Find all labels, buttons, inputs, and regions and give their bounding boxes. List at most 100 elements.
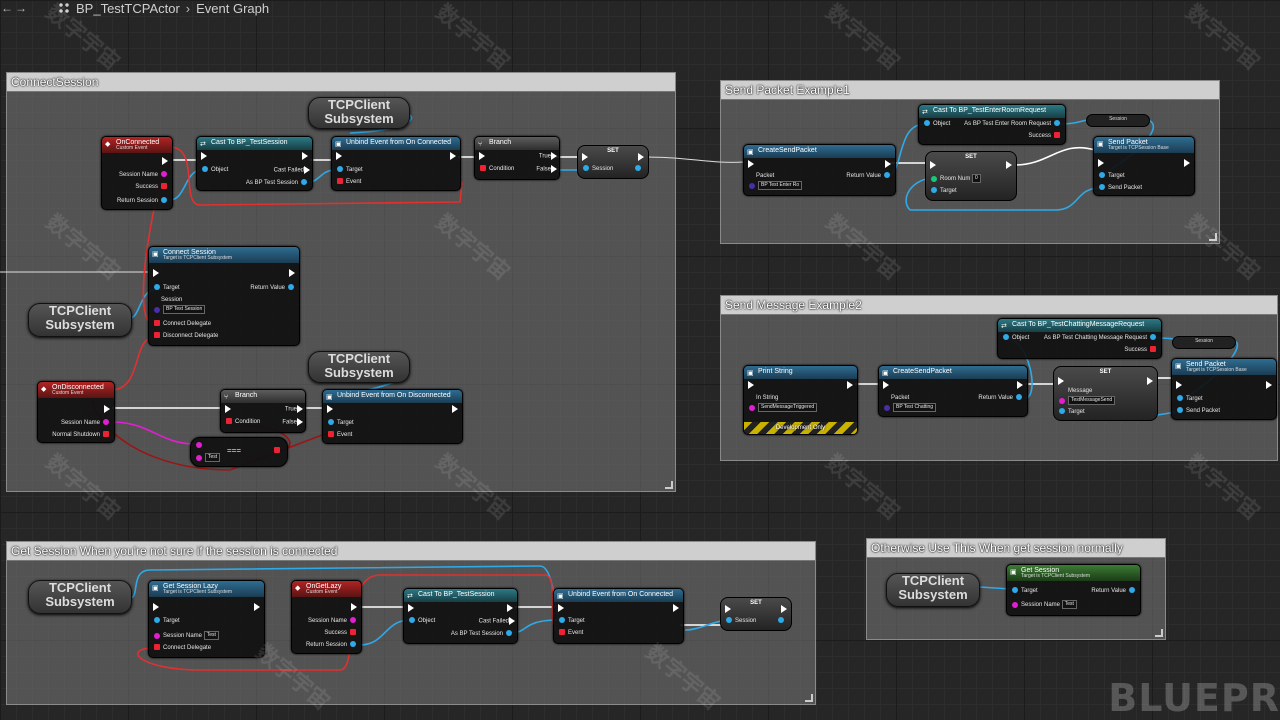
exec-pin-icon[interactable] [297, 418, 303, 426]
exec-pin-icon[interactable] [153, 603, 159, 611]
get-session-lazy-node[interactable]: ▣ Get Session Lazy Target is TCPClient Sub… [148, 580, 265, 658]
exec-pin-icon[interactable] [408, 604, 414, 612]
create-send-packet-node[interactable]: ▣ CreateSendPacket Packet Return Value BP… [743, 144, 896, 196]
exec-pin-icon[interactable] [153, 269, 159, 277]
exec-pin-icon[interactable] [638, 153, 644, 161]
exec-pin-icon[interactable] [1176, 381, 1182, 389]
bool-pin-icon[interactable] [161, 183, 167, 190]
delegate-pin-icon[interactable] [559, 629, 565, 636]
session-name-field[interactable]: Test [203, 631, 219, 640]
object-pin-icon[interactable] [1059, 408, 1065, 415]
int-pin-icon[interactable] [931, 175, 937, 182]
object-pin-icon[interactable] [1099, 184, 1105, 191]
object-pin-icon[interactable] [635, 165, 641, 172]
object-pin-icon[interactable] [1099, 172, 1105, 179]
exec-pin-icon[interactable] [297, 405, 303, 413]
compare-value-field[interactable]: Test [205, 453, 221, 462]
exec-pin-icon[interactable] [883, 381, 889, 389]
object-pin-icon[interactable] [288, 284, 294, 291]
cast-to-chatting-request-node[interactable]: ⇄ Cast To BP_TestChattingMessageRequest O… [997, 318, 1162, 359]
unbind-on-connected-node[interactable]: ▣ Unbind Event from On Connected Target E… [553, 588, 684, 644]
exec-pin-icon[interactable] [551, 152, 557, 160]
exec-pin-icon[interactable] [930, 161, 936, 169]
exec-pin-icon[interactable] [507, 604, 513, 612]
exec-pin-icon[interactable] [302, 152, 308, 160]
object-pin-icon[interactable] [1177, 395, 1183, 402]
object-pin-icon[interactable] [154, 284, 160, 291]
object-pin-icon[interactable] [778, 617, 784, 624]
in-string-field[interactable]: SendMessageTriggered [758, 403, 818, 412]
exec-pin-icon[interactable] [162, 157, 168, 165]
object-pin-icon[interactable] [726, 617, 732, 624]
exec-pin-icon[interactable] [289, 269, 295, 277]
branch-node[interactable]: ⑂ Branch True Condition False [474, 136, 560, 180]
object-pin-icon[interactable] [924, 120, 930, 127]
connect-session-node[interactable]: ▣ Connect Session Target is TCPClient Subs… [148, 246, 300, 346]
delegate-pin-icon[interactable] [154, 644, 160, 651]
room-num-field[interactable]: 0 [972, 174, 981, 183]
tcpclient-subsystem-getter[interactable]: TCPClient Subsystem [308, 97, 410, 129]
bool-pin-icon[interactable] [1150, 346, 1156, 353]
equal-string-node[interactable]: === Test [190, 437, 288, 467]
tcpclient-subsystem-getter[interactable]: TCPClient Subsystem [28, 580, 132, 614]
set-message-node[interactable]: SET Message TestMessageSend Target [1053, 366, 1158, 421]
exec-pin-icon[interactable] [558, 604, 564, 612]
exec-pin-icon[interactable] [1017, 381, 1023, 389]
tcpclient-subsystem-getter[interactable]: TCPClient Subsystem [28, 303, 132, 337]
class-pin-icon[interactable] [884, 404, 890, 411]
string-pin-icon[interactable] [749, 404, 755, 411]
exec-pin-icon[interactable] [1266, 381, 1272, 389]
exec-pin-icon[interactable] [885, 160, 891, 168]
set-room-num-node[interactable]: SET Room Num 0 Target [925, 151, 1017, 201]
string-pin-icon[interactable] [196, 442, 202, 449]
exec-pin-icon[interactable] [847, 381, 853, 389]
exec-pin-icon[interactable] [450, 152, 456, 160]
bool-pin-icon[interactable] [1054, 132, 1060, 139]
exec-pin-icon[interactable] [452, 405, 458, 413]
object-pin-icon[interactable] [1012, 587, 1018, 594]
class-pin-icon[interactable] [749, 182, 755, 189]
bool-pin-icon[interactable] [350, 629, 356, 636]
object-pin-icon[interactable] [1150, 334, 1156, 341]
object-pin-icon[interactable] [1054, 120, 1060, 127]
bool-pin-icon[interactable] [480, 165, 486, 172]
exec-pin-icon[interactable] [748, 381, 754, 389]
string-pin-icon[interactable] [161, 171, 167, 178]
object-pin-icon[interactable] [409, 617, 415, 624]
object-pin-icon[interactable] [350, 641, 356, 648]
exec-pin-icon[interactable] [551, 165, 557, 173]
on-connected-event-node[interactable]: ◆ OnConnected Custom Event Session Name Su… [101, 136, 173, 210]
exec-pin-icon[interactable] [673, 604, 679, 612]
on-disconnected-event-node[interactable]: ◆ OnDisconnected Custom Event Session Name… [37, 381, 115, 443]
exec-pin-icon[interactable] [351, 603, 357, 611]
object-pin-icon[interactable] [583, 165, 589, 172]
object-pin-icon[interactable] [506, 630, 512, 637]
session-name-field[interactable]: Test [1061, 600, 1077, 609]
tcpclient-subsystem-getter[interactable]: TCPClient Subsystem [308, 351, 410, 383]
unbind-on-connected-node[interactable]: ▣ Unbind Event from On Connected Target E… [331, 136, 461, 191]
packet-class-select[interactable]: BP Test Chatting [893, 403, 937, 412]
create-send-packet-node[interactable]: ▣ CreateSendPacket Packet Return Value BP… [878, 365, 1028, 417]
string-pin-icon[interactable] [103, 419, 109, 426]
delegate-pin-icon[interactable] [337, 178, 343, 185]
delegate-pin-icon[interactable] [154, 320, 160, 327]
session-variable-getter[interactable]: Session [1172, 336, 1236, 349]
object-pin-icon[interactable] [1177, 407, 1183, 414]
object-pin-icon[interactable] [337, 166, 343, 173]
class-pin-icon[interactable] [154, 306, 160, 313]
exec-pin-icon[interactable] [225, 405, 231, 413]
session-variable-getter[interactable]: Session [1086, 114, 1150, 127]
string-pin-icon[interactable] [196, 454, 202, 461]
string-pin-icon[interactable] [154, 632, 160, 639]
set-session-node[interactable]: SET Session [577, 145, 649, 179]
exec-pin-icon[interactable] [781, 605, 787, 613]
string-pin-icon[interactable] [350, 617, 356, 624]
cast-to-bp-testsession-node[interactable]: ⇄ Cast To BP_TestSession Object Cast Fail… [196, 136, 313, 191]
bool-pin-icon[interactable] [103, 431, 109, 438]
set-session-node[interactable]: SET Session [720, 597, 792, 631]
object-pin-icon[interactable] [328, 419, 334, 426]
on-get-lazy-event-node[interactable]: ◆ OnGetLazy Custom Event Session Name Succ… [291, 580, 362, 654]
string-pin-icon[interactable] [1059, 397, 1065, 404]
object-pin-icon[interactable] [931, 187, 937, 194]
exec-pin-icon[interactable] [1098, 159, 1104, 167]
